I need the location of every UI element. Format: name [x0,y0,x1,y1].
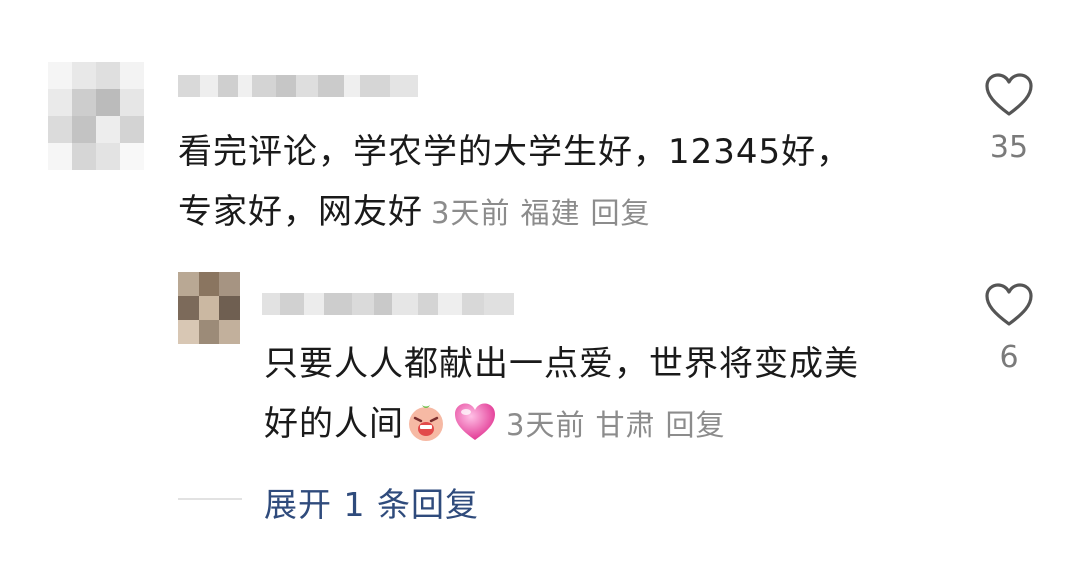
reply-button[interactable]: 回复 [665,408,725,442]
expand-replies-button[interactable]: 展开 1 条回复 [264,478,479,526]
username[interactable] [262,290,514,318]
username[interactable] [178,72,418,100]
comment-text: 只要人人都献出一点爱，世界将变成美 好的人间 3天前 甘肃 回复 [264,334,859,455]
heart-outline-icon [985,73,1033,116]
like-button[interactable]: 6 [964,282,1054,375]
like-button[interactable]: 35 [964,72,1054,165]
crying-peach-emoji-icon [409,405,443,441]
comment-meta: 3天前 福建 回复 [431,196,650,230]
comment-text-line-2: 好的人间 3天前 甘肃 回复 [264,394,859,455]
avatar[interactable] [48,62,144,170]
divider [178,498,242,500]
comment-text: 看完评论，学农学的大学生好，12345好， 专家好，网友好 3天前 福建 回复 [178,122,851,243]
like-count: 35 [989,130,1029,165]
comment-location: 甘肃 [595,408,656,442]
comment-text-line-2-content: 专家好，网友好 [178,192,423,232]
comment-meta: 3天前 甘肃 回复 [506,408,725,442]
comment-text-line-1: 只要人人都献出一点爱，世界将变成美 [264,344,859,384]
reply-button[interactable]: 回复 [590,196,650,230]
comment-time: 3天前 [431,196,511,230]
comment-location: 福建 [520,196,581,230]
comment-text-line-2: 专家好，网友好 3天前 福建 回复 [178,182,851,243]
pink-heart-emoji-icon [455,403,495,440]
heart-outline-icon [985,283,1033,326]
avatar[interactable] [178,272,240,344]
comment-text-line-1: 看完评论，学农学的大学生好，12345好， [178,132,852,172]
comment-time: 3天前 [506,408,586,442]
comment-text-line-2-content: 好的人间 [264,404,404,444]
like-count: 6 [999,340,1019,375]
